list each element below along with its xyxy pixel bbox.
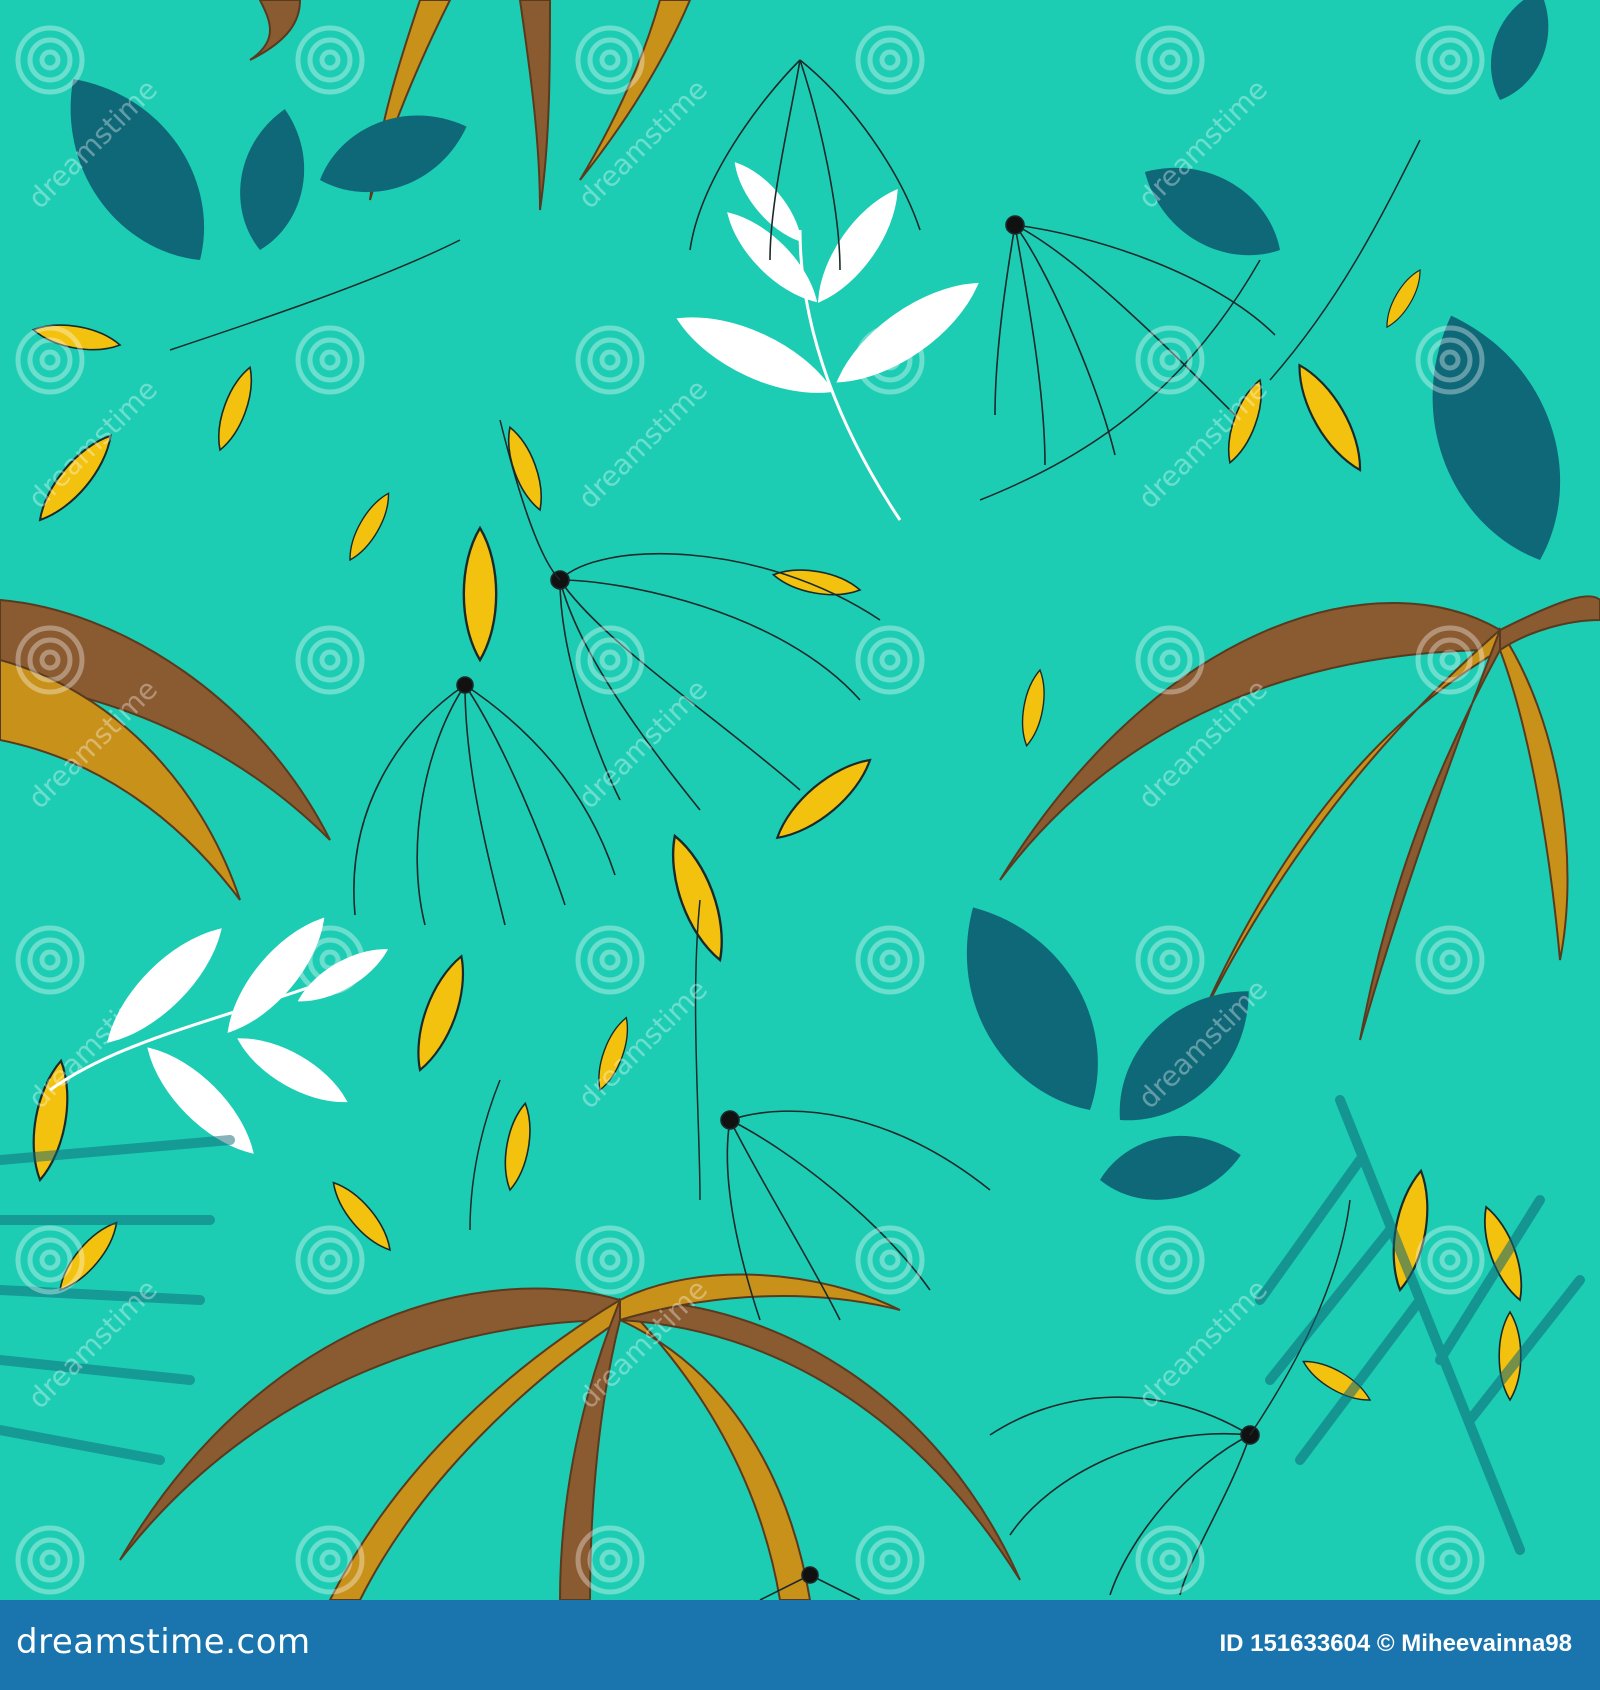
footer-image-id: ID 151633604 © Miheevainna98 (1219, 1630, 1572, 1657)
footer-brand[interactable]: dreamstime.com (16, 1622, 311, 1662)
tropical-pattern-svg: dreamstime dreamstime dreamstimedreamstime… (0, 0, 1600, 1600)
footer-bar: dreamstime.com ID 151633604 © Miheevainn… (0, 1600, 1600, 1690)
tropical-pattern-artwork: dreamstime dreamstime dreamstime dreamstime… (0, 0, 1600, 1600)
